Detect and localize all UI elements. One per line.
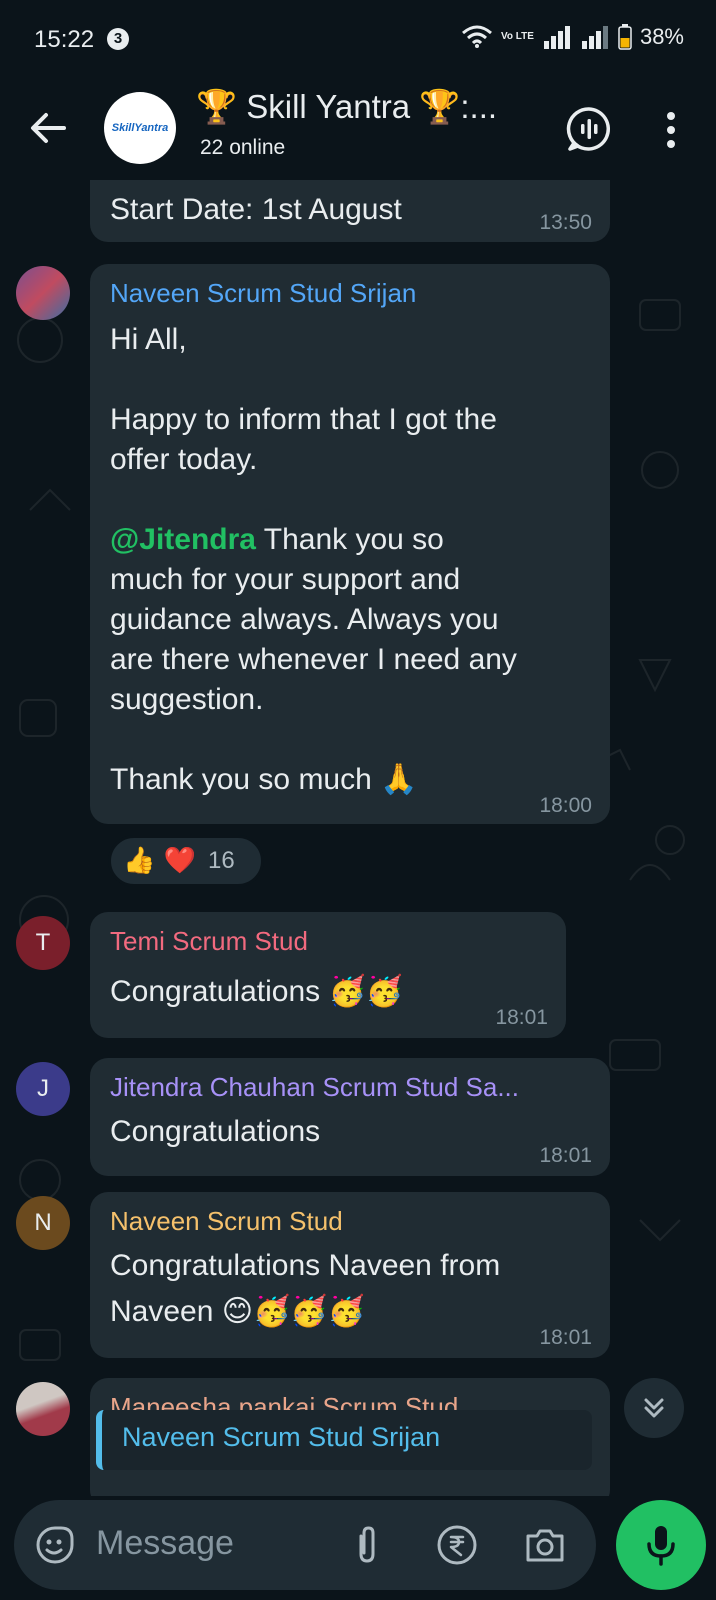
message-bubble[interactable]: Start Date: 1st August 13:50 bbox=[90, 180, 610, 242]
camera-icon bbox=[526, 1529, 564, 1562]
reaction-emojis: 👍 ❤️ bbox=[123, 846, 197, 876]
message-time: 18:01 bbox=[495, 1006, 548, 1029]
chat-header: SkillYantra 🏆 Skill Yantra 🏆:... 22 onli… bbox=[0, 80, 716, 180]
message-text: much for your support and bbox=[110, 563, 461, 596]
group-avatar[interactable]: SkillYantra bbox=[104, 92, 176, 164]
status-bar: 15:22 3 Vo LTE 38% bbox=[0, 0, 716, 80]
message-sender[interactable]: Temi Scrum Stud bbox=[110, 926, 308, 957]
message-input[interactable]: Message bbox=[96, 1524, 234, 1563]
double-chevron-down-icon bbox=[644, 1398, 664, 1418]
microphone-icon bbox=[647, 1526, 675, 1566]
chat-area[interactable]: Start Date: 1st August 13:50 Naveen Scru… bbox=[0, 180, 716, 1496]
more-options-icon[interactable] bbox=[656, 108, 686, 152]
sender-avatar-letter[interactable]: J bbox=[16, 1062, 70, 1116]
group-title[interactable]: 🏆 Skill Yantra 🏆:... bbox=[196, 88, 526, 127]
sticker-button[interactable] bbox=[32, 1522, 78, 1568]
voice-chat-icon[interactable] bbox=[566, 106, 612, 152]
mention-link[interactable]: @Jitendra bbox=[110, 523, 256, 556]
message-bubble[interactable]: Naveen Scrum Stud Congratulations Naveen… bbox=[90, 1192, 610, 1358]
wifi-icon bbox=[462, 25, 492, 48]
message-time: 13:50 bbox=[539, 211, 592, 234]
quoted-sender: Naveen Scrum Stud Srijan bbox=[122, 1422, 441, 1452]
message-bubble[interactable]: Naveen Scrum Stud Srijan Hi All, Happy t… bbox=[90, 264, 610, 824]
reactions-pill[interactable]: 👍 ❤️ 16 bbox=[108, 835, 264, 887]
volte-icon: Vo LTE bbox=[500, 31, 534, 42]
payment-button[interactable] bbox=[434, 1522, 480, 1568]
sender-avatar-letter[interactable]: T bbox=[16, 916, 70, 970]
message-time: 18:01 bbox=[539, 1326, 592, 1349]
back-arrow-icon[interactable] bbox=[26, 106, 70, 150]
battery-icon bbox=[618, 24, 632, 50]
paperclip-icon bbox=[359, 1526, 375, 1563]
notification-count-badge: 3 bbox=[107, 28, 129, 50]
message-text: Congratulations 🥳🥳 bbox=[110, 975, 404, 1008]
signal-icon bbox=[543, 26, 570, 49]
message-bubble[interactable]: Jitendra Chauhan Scrum Stud Sa... Congra… bbox=[90, 1058, 610, 1176]
message-sender[interactable]: Jitendra Chauhan Scrum Stud Sa... bbox=[110, 1072, 519, 1103]
scroll-to-bottom-button[interactable] bbox=[624, 1378, 684, 1438]
reaction-count: 16 bbox=[208, 847, 235, 874]
online-count: 22 online bbox=[200, 136, 286, 159]
status-icons: Vo LTE 38% bbox=[461, 24, 684, 50]
message-text: guidance always. Always you bbox=[110, 603, 499, 636]
message-time: 18:01 bbox=[539, 1144, 592, 1167]
group-logo: SkillYantra bbox=[111, 122, 169, 134]
sticker-icon bbox=[36, 1526, 74, 1564]
message-sender[interactable]: Naveen Scrum Stud Srijan bbox=[110, 278, 416, 309]
sender-avatar[interactable] bbox=[16, 1382, 70, 1436]
message-text: Naveen 😊🥳🥳🥳 bbox=[110, 1295, 366, 1328]
message-text: Thank you so much 🙏 bbox=[110, 763, 418, 796]
message-text: Congratulations bbox=[110, 1115, 321, 1148]
rupee-icon bbox=[437, 1525, 477, 1565]
signal-icon-2 bbox=[581, 26, 608, 49]
quoted-message[interactable]: Naveen Scrum Stud Srijan bbox=[96, 1410, 592, 1470]
voice-message-button[interactable] bbox=[616, 1500, 706, 1590]
status-time: 15:22 bbox=[34, 26, 95, 53]
message-text-with-mention: @Jitendra Thank you so bbox=[110, 523, 444, 556]
message-text: suggestion. bbox=[110, 683, 264, 716]
battery-percent: 38% bbox=[639, 24, 684, 49]
message-bubble[interactable]: Temi Scrum Stud Congratulations 🥳🥳 18:01 bbox=[90, 912, 566, 1038]
message-text: offer today. bbox=[110, 443, 258, 476]
message-composer: Message bbox=[14, 1500, 596, 1590]
message-text: Congratulations Naveen from bbox=[110, 1249, 501, 1282]
message-text: Happy to inform that I got the bbox=[110, 403, 497, 436]
message-text: Start Date: 1st August bbox=[110, 193, 402, 226]
camera-button[interactable] bbox=[522, 1522, 568, 1568]
message-time: 18:00 bbox=[539, 794, 592, 817]
sender-avatar[interactable] bbox=[16, 266, 70, 320]
message-sender[interactable]: Naveen Scrum Stud bbox=[110, 1206, 343, 1237]
message-text: are there whenever I need any bbox=[110, 643, 517, 676]
message-text: Hi All, bbox=[110, 323, 187, 356]
sender-avatar-letter[interactable]: N bbox=[16, 1196, 70, 1250]
attach-button[interactable] bbox=[344, 1522, 390, 1568]
